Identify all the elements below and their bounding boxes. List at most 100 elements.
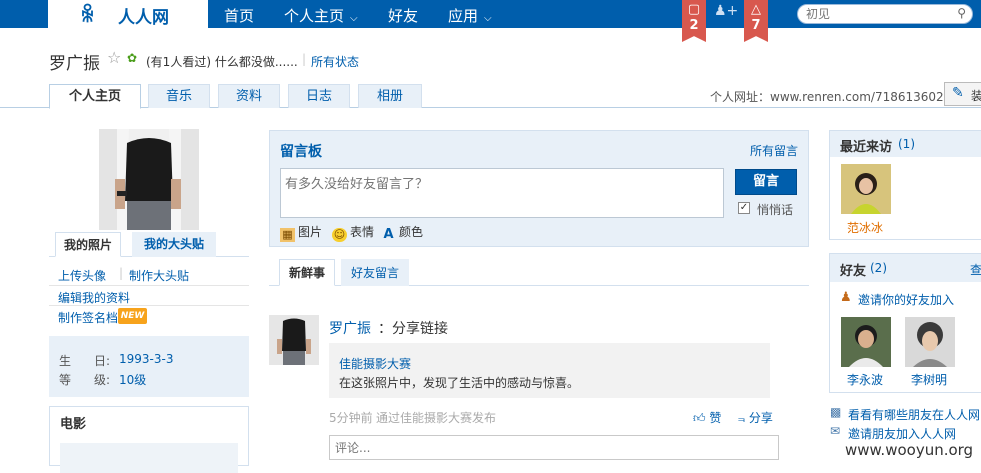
decorate-button[interactable]: ✎ 装 — [944, 82, 981, 106]
birthday-label-1: 生 — [59, 354, 72, 368]
view-all-friends-link[interactable]: 查 — [970, 261, 981, 278]
divider: | — [119, 266, 124, 280]
recent-visitors-count: (1) — [898, 137, 915, 151]
visitor-name[interactable]: 范冰冰 — [847, 219, 883, 236]
nav-apps[interactable]: 应用 ⌵ — [448, 5, 492, 26]
chevron-down-icon: ⌵ — [350, 13, 358, 24]
message-notification[interactable]: ▢ 2 — [682, 0, 706, 42]
nav-home[interactable]: 首页 — [224, 5, 254, 26]
friend-avatar[interactable] — [841, 317, 891, 367]
divider — [49, 285, 249, 286]
visitor-photo — [841, 164, 891, 214]
top-navigation-bar: ꆜ 人人网 首页 个人主页 ⌵ 好友 应用 ⌵ ▢ 2 ♟+ △ 7 ⚲ — [0, 0, 981, 42]
friend-name[interactable]: 李树明 — [911, 371, 947, 388]
feed-avatar[interactable] — [269, 315, 319, 365]
renren-logo-icon: ꆜ — [80, 3, 96, 27]
birthday-label-2: 日: — [94, 354, 111, 368]
feed-action-text: ：分享链接 — [378, 321, 448, 337]
tab-news-feed[interactable]: 新鲜事 — [279, 259, 335, 286]
friends-title: 好友 — [840, 264, 867, 279]
emoji-tool[interactable]: ☺ 表情 — [332, 223, 374, 242]
invite-friends-renren-link[interactable]: 邀请朋友加入人人网 — [848, 425, 956, 442]
comment-input[interactable] — [329, 435, 779, 460]
make-signature-link[interactable]: 制作签名档 — [58, 309, 118, 326]
bell-count: 7 — [751, 18, 761, 33]
friend-photo — [841, 317, 891, 367]
divider — [49, 305, 249, 306]
find-friends-link[interactable]: 看看有哪些朋友在人人网 — [848, 406, 980, 423]
basic-info-box: 生 日: 1993-3-3 等 级: 10级 — [49, 336, 249, 397]
like-button[interactable]: 👍︎ 赞 — [693, 409, 721, 426]
movie-box: 电影 — [49, 406, 249, 473]
feed-author-link[interactable]: 罗广振 — [329, 318, 371, 338]
movie-title: 电影 — [60, 417, 87, 432]
decorate-button-label: 装 — [971, 89, 981, 103]
level-value: 10级 — [119, 373, 147, 387]
bell-icon: △ — [751, 2, 761, 17]
profile-name: 罗广振 — [49, 54, 100, 74]
person-plus-icon: ♟ — [840, 290, 852, 305]
star-outline-icon[interactable]: ☆ — [107, 48, 121, 67]
visitor-avatar[interactable] — [841, 164, 891, 214]
logo-text: 人人网 — [118, 8, 169, 28]
avatar-photo — [99, 129, 199, 230]
friend-name[interactable]: 李永波 — [847, 371, 883, 388]
friend-avatar[interactable] — [905, 317, 955, 367]
guestbook-input[interactable] — [280, 168, 724, 218]
emoji-tool-label: 表情 — [350, 225, 375, 239]
tab-friend-messages[interactable]: 好友留言 — [341, 259, 409, 286]
edit-profile-link[interactable]: 编辑我的资料 — [58, 289, 130, 306]
upload-avatar-link[interactable]: 上传头像 — [58, 267, 106, 284]
tab-profile-info[interactable]: 资料 — [218, 84, 280, 108]
shared-link-title[interactable]: 佳能摄影大赛 — [339, 355, 411, 372]
new-badge: NEW — [118, 308, 147, 324]
text-color-icon: A — [383, 227, 394, 242]
make-sticker-link[interactable]: 制作大头贴 — [129, 267, 189, 284]
share-button[interactable]: ⫬ 分享 — [738, 409, 773, 426]
guestbook-title: 留言板 — [280, 144, 322, 160]
birthday-value[interactable]: 1993-3-3 — [119, 352, 173, 366]
photo-tabs: 我的照片 我的大头贴 — [49, 229, 249, 257]
edit-icon: ✎ — [952, 85, 964, 101]
nav-profile[interactable]: 个人主页 ⌵ — [284, 5, 358, 26]
level-label-1: 等 — [59, 373, 72, 387]
feed-timestamp: 5分钟前 — [329, 411, 373, 425]
homepage-url-value[interactable]: www.renren.com/718613602 — [770, 90, 944, 104]
whisper-checkbox[interactable]: ✓ — [738, 202, 750, 214]
all-status-link[interactable]: 所有状态 — [311, 53, 359, 70]
recent-visitors-header: 最近来访 (1) — [830, 131, 981, 157]
bell-notification[interactable]: △ 7 — [744, 0, 768, 42]
homepage-url-label: 个人网址： — [710, 90, 771, 104]
search-icon[interactable]: ⚲ — [957, 6, 966, 20]
picture-tool[interactable]: ▦ 图片 — [280, 223, 322, 242]
nav-apps-label: 应用 — [448, 7, 479, 25]
friends-header: 好友 (2) 查 — [830, 254, 981, 282]
person-add-icon[interactable]: ♟+ — [714, 3, 738, 19]
friends-box: 好友 (2) 查 ♟ 邀请你的好友加入 李永波 李树明 — [829, 253, 981, 393]
tab-homepage[interactable]: 个人主页 — [49, 84, 141, 109]
profile-avatar[interactable] — [99, 129, 199, 230]
message-count: 2 — [689, 18, 699, 33]
picture-icon: ▦ — [280, 228, 295, 242]
shared-link-card[interactable]: 佳能摄影大赛 在这张照片中，发现了生活中的感动与惊喜。 — [329, 343, 770, 398]
search-input[interactable] — [806, 7, 946, 21]
post-message-button[interactable]: 留言 — [735, 169, 797, 195]
tab-album[interactable]: 相册 — [358, 84, 422, 108]
tab-blog[interactable]: 日志 — [288, 84, 350, 108]
tab-my-photos[interactable]: 我的照片 — [55, 232, 121, 257]
color-tool[interactable]: A 颜色 — [381, 223, 423, 242]
friend-photo — [905, 317, 955, 367]
chevron-down-icon: ⌵ — [484, 13, 492, 24]
picture-tool-label: 图片 — [298, 225, 323, 239]
vip-leaf-icon: ✿ — [127, 51, 138, 65]
tab-music[interactable]: 音乐 — [148, 84, 210, 108]
nav-friends[interactable]: 好友 — [388, 5, 418, 26]
invite-icon: ✉ — [830, 424, 841, 438]
feed-avatar-photo — [269, 315, 319, 365]
invite-friends-link[interactable]: 邀请你的好友加入 — [858, 291, 954, 308]
color-tool-label: 颜色 — [399, 225, 424, 239]
search-box[interactable]: ⚲ — [797, 4, 973, 24]
all-messages-link[interactable]: 所有留言 — [750, 142, 798, 159]
renren-logo[interactable]: ꆜ 人人网 — [48, 0, 208, 28]
tab-my-stickers[interactable]: 我的大头贴 — [132, 232, 216, 257]
